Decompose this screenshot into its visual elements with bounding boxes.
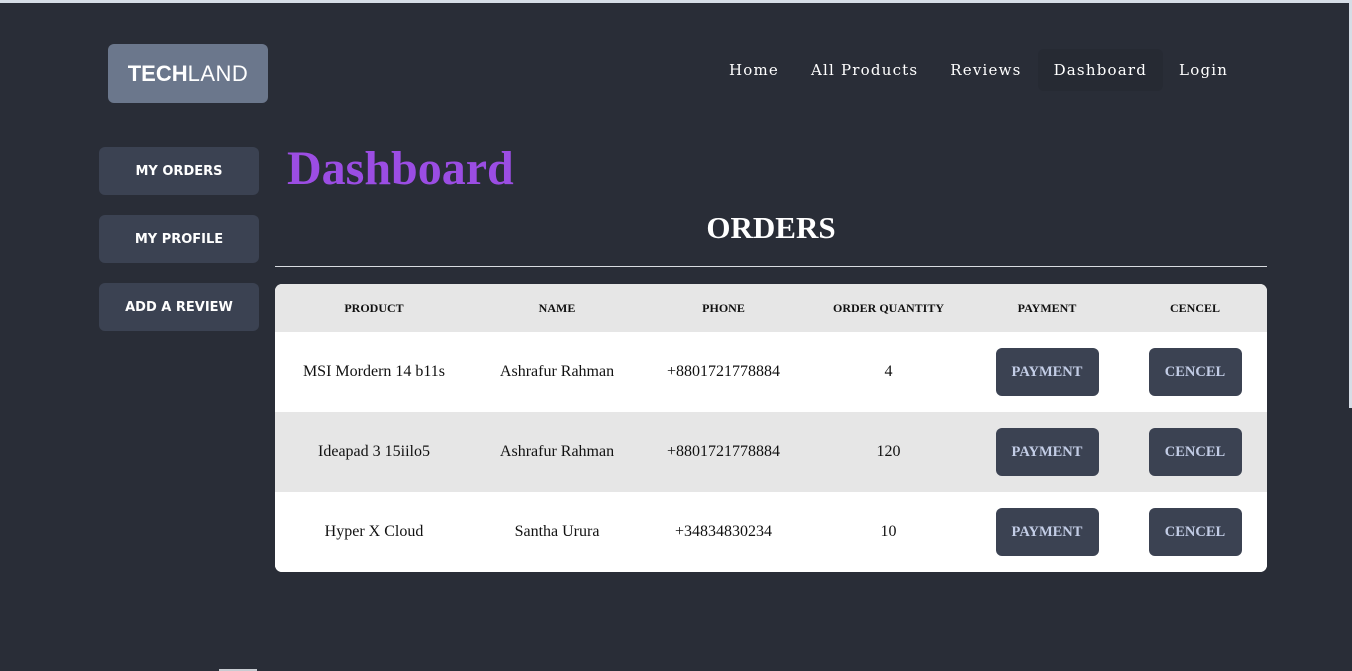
cell-quantity: 120 — [876, 443, 901, 460]
cell-name: Ashrafur Rahman — [499, 443, 615, 460]
header-payment: PAYMENT — [1017, 300, 1077, 315]
table-row: Hyper X Cloud Santha Urura +34834830234 … — [275, 492, 1267, 572]
cell-name: Ashrafur Rahman — [499, 363, 615, 380]
header-cancel: CENCEL — [1169, 300, 1220, 315]
cancel-button[interactable]: CENCEL — [1148, 508, 1242, 556]
cell-phone: +8801721778884 — [666, 363, 781, 380]
nav-dashboard[interactable]: Dashboard — [1037, 49, 1164, 91]
section-divider — [275, 266, 1267, 267]
nav-login[interactable]: Login — [1163, 49, 1244, 91]
logo-text-tech: TECH — [127, 60, 188, 86]
header-name: NAME — [538, 300, 576, 315]
cell-phone: +34834830234 — [674, 523, 773, 540]
header-product: PRODUCT — [344, 300, 404, 315]
cell-product: MSI Mordern 14 b11s — [302, 363, 446, 380]
table-header-row: PRODUCT NAME PHONE ORDER QUANTITY PAYMEN… — [275, 284, 1267, 332]
cell-product: Ideapad 3 15iilo5 — [318, 443, 430, 460]
nav-home[interactable]: Home — [713, 49, 795, 91]
sidebar-my-profile-button[interactable]: MY PROFILE — [99, 215, 259, 263]
cell-quantity: 4 — [884, 363, 893, 380]
orders-table: PRODUCT NAME PHONE ORDER QUANTITY PAYMEN… — [275, 284, 1267, 572]
sidebar-my-orders-button[interactable]: MY ORDERS — [99, 147, 259, 195]
cell-product: Hyper X Cloud — [324, 523, 424, 540]
payment-button[interactable]: PAYMENT — [995, 428, 1099, 476]
cell-quantity: 10 — [880, 523, 897, 540]
sidebar-add-review-button[interactable]: ADD A REVIEW — [99, 283, 259, 331]
cell-phone: +8801721778884 — [666, 443, 781, 460]
logo-text-land: LAND — [187, 60, 249, 86]
header-order-quantity: ORDER QUANTITY — [832, 300, 944, 315]
page-title: Dashboard — [287, 142, 514, 195]
nav-reviews[interactable]: Reviews — [934, 49, 1037, 91]
orders-heading: ORDERS — [706, 210, 836, 245]
cancel-button[interactable]: CENCEL — [1148, 428, 1242, 476]
top-nav: Home All Products Reviews Dashboard Logi… — [713, 49, 1244, 91]
cell-cancel: CENCEL — [1123, 412, 1267, 492]
header-phone: PHONE — [702, 300, 745, 315]
nav-all-products[interactable]: All Products — [795, 49, 934, 91]
techland-logo[interactable]: TECH LAND — [108, 44, 268, 103]
payment-button[interactable]: PAYMENT — [995, 508, 1099, 556]
cell-payment: PAYMENT — [971, 412, 1123, 492]
payment-button[interactable]: PAYMENT — [995, 348, 1099, 396]
cell-payment: PAYMENT — [971, 492, 1123, 572]
cell-cancel: CENCEL — [1123, 332, 1267, 412]
cell-cancel: CENCEL — [1123, 492, 1267, 572]
cancel-button[interactable]: CENCEL — [1148, 348, 1242, 396]
cell-name: Santha Urura — [514, 523, 600, 540]
table-row: Ideapad 3 15iilo5 Ashrafur Rahman +88017… — [275, 412, 1267, 492]
cell-payment: PAYMENT — [971, 332, 1123, 412]
table-row: MSI Mordern 14 b11s Ashrafur Rahman +880… — [275, 332, 1267, 412]
